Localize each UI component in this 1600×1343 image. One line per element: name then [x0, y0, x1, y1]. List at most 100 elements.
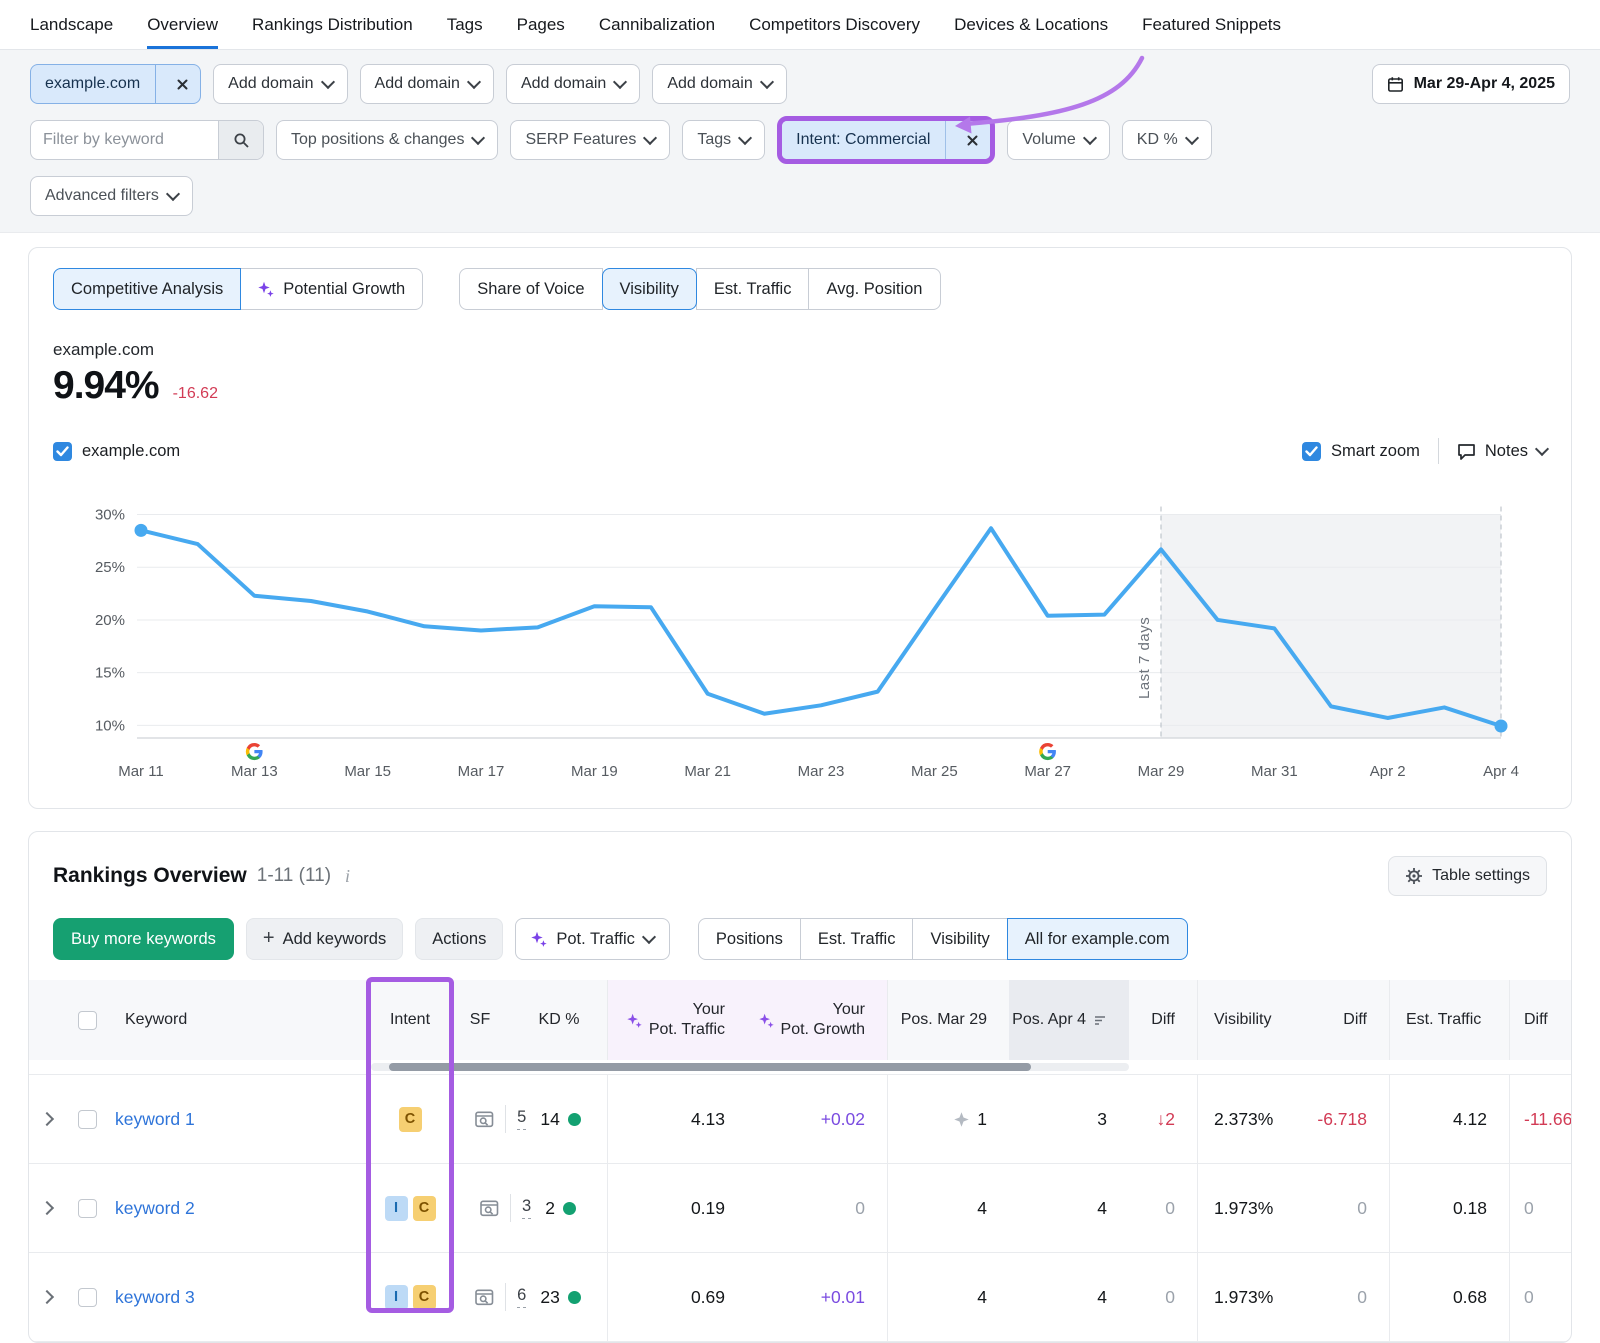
- row-checkbox[interactable]: [78, 1288, 97, 1307]
- domain-filter-chip[interactable]: example.com: [30, 64, 201, 104]
- keyword-link[interactable]: keyword 2: [109, 1198, 195, 1218]
- tab-visibility[interactable]: Visibility: [602, 268, 697, 310]
- col-est-traffic[interactable]: Est. Traffic: [1389, 980, 1509, 1060]
- domain-series-checkbox[interactable]: [53, 442, 72, 461]
- serp-features-filter[interactable]: SERP Features: [510, 120, 670, 160]
- add-domain-dropdown-1[interactable]: Add domain: [213, 64, 347, 104]
- serp-preview-icon[interactable]: [475, 1289, 494, 1306]
- visibility-chart: 10%15%20%25%30%Mar 11Mar 13Mar 15Mar 17M…: [53, 486, 1547, 788]
- view-tab-est-traffic[interactable]: Est. Traffic: [800, 918, 914, 960]
- info-icon[interactable]: i: [345, 866, 350, 887]
- col-your-pot-traffic[interactable]: YourPot. Traffic: [607, 980, 747, 1060]
- tab-competitive-analysis[interactable]: Competitive Analysis: [53, 268, 241, 310]
- col-keyword[interactable]: Keyword: [109, 1011, 371, 1029]
- select-all-checkbox[interactable]: [78, 1011, 97, 1030]
- keyword-filter-input[interactable]: [31, 121, 218, 159]
- view-tab-all-for-domain[interactable]: All for example.com: [1007, 918, 1188, 960]
- svg-text:Mar 13: Mar 13: [231, 763, 278, 780]
- col-intent[interactable]: Intent: [371, 980, 449, 1060]
- divider: [945, 121, 946, 159]
- col-diff-visibility[interactable]: Diff: [1307, 980, 1389, 1060]
- remove-domain-button[interactable]: [165, 79, 200, 90]
- add-domain-dropdown-2[interactable]: Add domain: [360, 64, 494, 104]
- date-range-picker[interactable]: Mar 29-Apr 4, 2025: [1372, 64, 1570, 104]
- intent-badge-informational[interactable]: I: [385, 1285, 408, 1310]
- nav-item-cannibalization[interactable]: Cannibalization: [599, 0, 715, 49]
- nav-item-landscape[interactable]: Landscape: [30, 0, 113, 49]
- col-sf[interactable]: SF: [449, 980, 511, 1060]
- visibility-diff-value: -6.718: [1307, 1075, 1389, 1163]
- expand-row-button[interactable]: [29, 1203, 65, 1213]
- search-button[interactable]: [218, 121, 263, 159]
- nav-item-overview[interactable]: Overview: [147, 0, 218, 49]
- nav-item-tags[interactable]: Tags: [447, 0, 483, 49]
- col-diff-position[interactable]: Diff: [1129, 980, 1197, 1060]
- sf-count[interactable]: 6: [517, 1286, 526, 1308]
- svg-text:10%: 10%: [95, 717, 125, 734]
- table-settings-button[interactable]: Table settings: [1388, 856, 1547, 896]
- visibility-diff-value: 0: [1307, 1253, 1389, 1341]
- nav-item-rankings-distribution[interactable]: Rankings Distribution: [252, 0, 413, 49]
- svg-text:25%: 25%: [95, 559, 125, 576]
- table-row: keyword 2 I C 3 2 0.19 0 4 4 0 1.973% 0 …: [29, 1163, 1571, 1252]
- buy-more-keywords-button[interactable]: Buy more keywords: [53, 918, 234, 960]
- col-kd[interactable]: KD %: [511, 980, 607, 1060]
- scrollbar-thumb[interactable]: [389, 1063, 1031, 1071]
- gear-icon: [1405, 867, 1423, 885]
- chevron-down-icon: [467, 75, 481, 89]
- col-pos-apr-4[interactable]: Pos. Apr 4: [1009, 980, 1129, 1060]
- add-keywords-button[interactable]: + Add keywords: [246, 918, 403, 960]
- intent-badge-commercial[interactable]: C: [413, 1285, 436, 1310]
- intent-filter-chip[interactable]: Intent: Commercial: [782, 121, 990, 159]
- chart-tabs: Competitive Analysis Potential Growth Sh…: [53, 268, 1547, 310]
- chevron-down-icon: [1083, 131, 1097, 145]
- table-row: keyword 3 I C 6 23 0.69 +0.01 4 4 0 1.97…: [29, 1252, 1571, 1342]
- google-update-icon[interactable]: [246, 743, 263, 760]
- pot-traffic-dropdown[interactable]: Pot. Traffic: [515, 918, 670, 960]
- tab-est-traffic[interactable]: Est. Traffic: [696, 268, 810, 310]
- google-update-icon[interactable]: [1039, 743, 1056, 760]
- nav-item-pages[interactable]: Pages: [517, 0, 565, 49]
- volume-filter[interactable]: Volume: [1007, 120, 1109, 160]
- intent-badge-commercial[interactable]: C: [413, 1196, 436, 1221]
- col-visibility[interactable]: Visibility: [1197, 980, 1307, 1060]
- col-your-pot-growth[interactable]: YourPot. Growth: [747, 980, 887, 1060]
- top-positions-filter[interactable]: Top positions & changes: [276, 120, 498, 160]
- domain-chip-label: example.com: [45, 75, 140, 93]
- remove-intent-filter-button[interactable]: [955, 135, 990, 146]
- close-icon: [967, 135, 978, 146]
- row-checkbox[interactable]: [78, 1110, 97, 1129]
- tab-potential-growth[interactable]: Potential Growth: [240, 268, 423, 310]
- keyword-link[interactable]: keyword 3: [109, 1287, 195, 1307]
- visibility-card: Competitive Analysis Potential Growth Sh…: [28, 247, 1572, 809]
- intent-badge-commercial[interactable]: C: [399, 1107, 422, 1132]
- view-tab-positions[interactable]: Positions: [698, 918, 801, 960]
- svg-text:15%: 15%: [95, 665, 125, 682]
- advanced-filters-dropdown[interactable]: Advanced filters: [30, 176, 193, 216]
- tab-share-of-voice[interactable]: Share of Voice: [459, 268, 602, 310]
- kd-filter[interactable]: KD %: [1122, 120, 1212, 160]
- col-pos-mar-29[interactable]: Pos. Mar 29: [887, 980, 1009, 1060]
- sf-count[interactable]: 3: [522, 1197, 531, 1219]
- nav-item-competitors-discovery[interactable]: Competitors Discovery: [749, 0, 920, 49]
- tags-filter[interactable]: Tags: [682, 120, 765, 160]
- add-domain-dropdown-3[interactable]: Add domain: [506, 64, 640, 104]
- pot-traffic-value: 0.19: [607, 1164, 747, 1252]
- expand-row-button[interactable]: [29, 1114, 65, 1124]
- add-domain-dropdown-4[interactable]: Add domain: [652, 64, 786, 104]
- smart-zoom-checkbox[interactable]: [1302, 442, 1321, 461]
- row-checkbox[interactable]: [78, 1199, 97, 1218]
- tab-avg-position[interactable]: Avg. Position: [808, 268, 940, 310]
- keyword-link[interactable]: keyword 1: [109, 1109, 195, 1129]
- expand-row-button[interactable]: [29, 1292, 65, 1302]
- col-diff-traffic[interactable]: Diff: [1509, 980, 1572, 1060]
- intent-badge-informational[interactable]: I: [385, 1196, 408, 1221]
- nav-item-devices-locations[interactable]: Devices & Locations: [954, 0, 1108, 49]
- sf-count[interactable]: 5: [517, 1108, 526, 1130]
- nav-item-featured-snippets[interactable]: Featured Snippets: [1142, 0, 1281, 49]
- actions-button[interactable]: Actions: [415, 918, 503, 960]
- serp-preview-icon[interactable]: [475, 1111, 494, 1128]
- serp-preview-icon[interactable]: [480, 1200, 499, 1217]
- notes-dropdown[interactable]: Notes: [1457, 442, 1547, 461]
- view-tab-visibility[interactable]: Visibility: [912, 918, 1007, 960]
